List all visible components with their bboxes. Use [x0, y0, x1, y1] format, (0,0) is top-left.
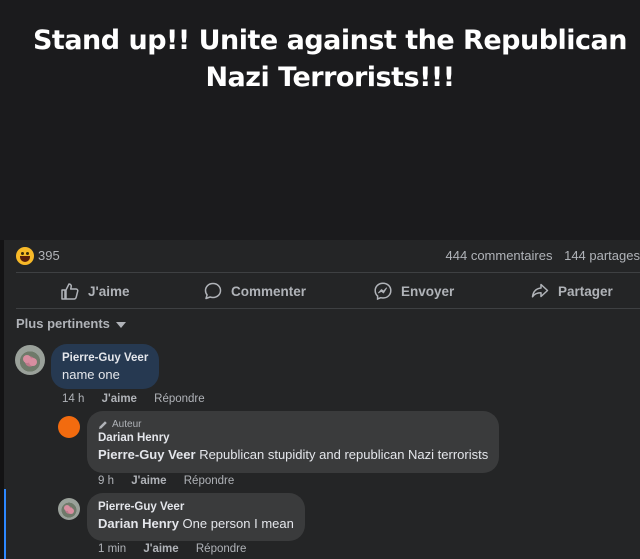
- comment-mention[interactable]: Darian Henry: [98, 516, 179, 531]
- send-button[interactable]: Envoyer: [373, 274, 454, 308]
- post-image[interactable]: Stand up!! Unite against the Republican …: [0, 0, 640, 240]
- comment-reply-link[interactable]: Répondre: [184, 475, 235, 487]
- comment-meta: 1 min J'aime Répondre: [98, 543, 260, 555]
- comment-time[interactable]: 14 h: [62, 393, 84, 405]
- share-button[interactable]: Partager: [530, 274, 613, 308]
- comment-author[interactable]: Darian Henry: [98, 431, 488, 446]
- like-button[interactable]: J'aime: [60, 274, 130, 308]
- send-label: Envoyer: [401, 283, 455, 299]
- avatar[interactable]: [58, 416, 80, 438]
- shares-count[interactable]: 144 partages: [564, 248, 640, 263]
- comment-reply-link[interactable]: Répondre: [196, 543, 247, 555]
- comment-button[interactable]: Commenter: [203, 274, 306, 308]
- haha-reaction-icon[interactable]: [16, 247, 34, 265]
- comment-text: One person I mean: [182, 516, 294, 531]
- thread-indicator: [4, 489, 6, 559]
- author-tag-label: Auteur: [112, 419, 142, 430]
- like-label: J'aime: [88, 283, 130, 299]
- comment-sort-dropdown[interactable]: Plus pertinents: [16, 316, 126, 331]
- share-label: Partager: [558, 283, 613, 299]
- avatar[interactable]: [58, 498, 80, 520]
- divider: [16, 272, 640, 273]
- comment-mention[interactable]: Pierre-Guy Veer: [98, 447, 196, 462]
- comment-text: Republican stupidity and republican Nazi…: [199, 447, 489, 462]
- reaction-count[interactable]: 395: [38, 248, 60, 263]
- comment-meta: 9 h J'aime Répondre: [98, 475, 248, 487]
- chevron-down-icon: [115, 321, 126, 328]
- comment-reply-link[interactable]: Répondre: [154, 393, 205, 405]
- comment-text: name one: [62, 367, 120, 382]
- post-actions: J'aime Commenter Envoyer Partager: [0, 274, 640, 308]
- divider: [16, 308, 640, 309]
- comment-author[interactable]: Pierre-Guy Veer: [98, 500, 294, 515]
- comment-time[interactable]: 9 h: [98, 475, 114, 487]
- comment-like-link[interactable]: J'aime: [131, 475, 166, 487]
- pencil-icon: [99, 420, 107, 429]
- author-badge: Auteur: [98, 418, 488, 431]
- comment-bubble: Pierre-Guy Veer name one: [51, 344, 160, 389]
- comment-like-link[interactable]: J'aime: [102, 393, 137, 405]
- comment-meta: 14 h J'aime Répondre: [62, 393, 219, 405]
- messenger-icon: [374, 282, 392, 301]
- post-title: Stand up!! Unite against the Republican …: [32, 25, 628, 93]
- comment-author[interactable]: Pierre-Guy Veer: [62, 351, 148, 366]
- sort-label: Plus pertinents: [16, 316, 110, 331]
- thumbs-up-icon: [61, 283, 79, 300]
- comment-bubble-icon: [204, 282, 222, 300]
- share-arrow-icon: [531, 283, 549, 298]
- comment-time[interactable]: 1 min: [98, 543, 126, 555]
- comment-label: Commenter: [231, 283, 307, 299]
- comment-bubble: Pierre-Guy Veer Darian Henry One person …: [87, 493, 305, 541]
- post-stats: 395 444 commentaires 144 partages: [16, 246, 640, 266]
- avatar[interactable]: [15, 345, 45, 375]
- comments-count[interactable]: 444 commentaires: [446, 248, 553, 263]
- comment-like-link[interactable]: J'aime: [143, 543, 178, 555]
- comment-bubble: Auteur Darian Henry Pierre-Guy Veer Repu…: [87, 411, 500, 473]
